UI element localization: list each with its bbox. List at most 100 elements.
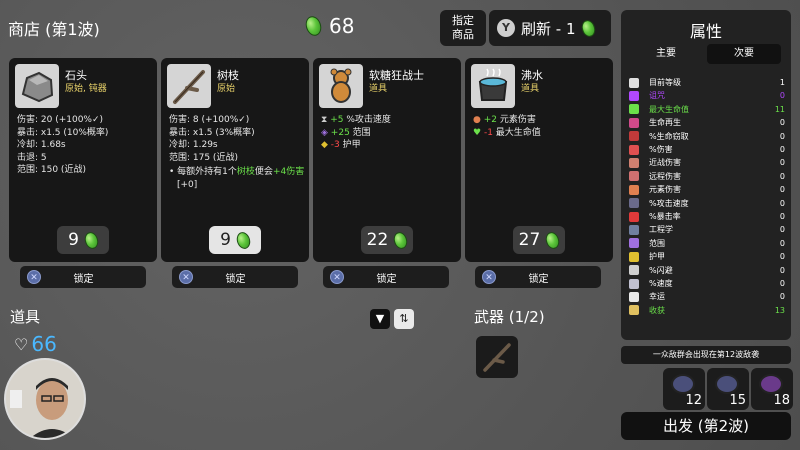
weapon-slot-stick[interactable] <box>476 336 518 378</box>
items-label: 道具 <box>10 308 41 326</box>
stat-name: %暴击率 <box>649 212 681 221</box>
stat-line: 暴击: x1.5 (10%概率) <box>17 127 109 138</box>
stat-value: 0 <box>779 185 785 195</box>
stat-icon <box>629 251 639 262</box>
bonus-item: 树枝 <box>236 167 255 177</box>
stat-icon <box>629 171 639 182</box>
gold-counter: 68 <box>303 14 354 38</box>
buy-button[interactable]: 9 <box>209 226 261 254</box>
stat-icon <box>629 131 639 142</box>
price-value: 22 <box>366 230 389 250</box>
stats-panel: 属性 主要 次要 目前等级 1 诅咒 0 最大生命值 11 生命再生 0 %生命窃取 0 %伤害 0 近… <box>621 10 791 340</box>
stick-icon <box>167 64 211 108</box>
material-icon <box>544 229 562 251</box>
stat-icon <box>629 278 639 289</box>
stat-value: 0 <box>779 91 785 101</box>
stat-row: 生命再生 0 <box>629 116 785 129</box>
stat-line: 范围: 150 (近战) <box>17 165 86 175</box>
effect-line: ⧗ +5 %攻击速度 <box>321 114 457 127</box>
lock-button[interactable]: ✕ 锁定 <box>20 266 146 288</box>
y-key-icon: Y <box>497 19 515 37</box>
sort-toggle[interactable]: ▼ ⇅ <box>370 309 414 329</box>
panel-title: 属性 <box>689 22 722 41</box>
wave-note: 一众敌群会出现在第12波敌袭 <box>621 346 791 364</box>
buy-button[interactable]: 9 <box>57 226 109 254</box>
go-button[interactable]: 出发 (第2波) <box>621 412 791 440</box>
x-key-icon: ✕ <box>27 270 41 284</box>
stat-name: %攻击速度 <box>649 198 689 208</box>
stat-name: 近战伤害 <box>649 158 681 168</box>
stat-icon <box>629 238 639 249</box>
stat-icon <box>629 291 639 302</box>
gummy-bear-icon <box>319 64 363 108</box>
stat-row: 目前等级 1 <box>629 76 785 89</box>
material-icon <box>82 229 101 251</box>
lock-button[interactable]: ✕ 锁定 <box>172 266 298 288</box>
card-stats: ⧗ +5 %攻击速度 ◈ +25 范围 ◆ -3 护甲 <box>321 114 457 152</box>
card-tags: 道具 <box>369 84 388 94</box>
material-icon <box>392 229 410 251</box>
stat-value: 0 <box>779 265 785 275</box>
stat-value: 0 <box>779 131 785 141</box>
shop-card-gummy-berserker[interactable]: 软糖狂战士 道具 ⧗ +5 %攻击速度 ◈ +25 范围 ◆ -3 护甲 22 <box>313 58 461 262</box>
shop-card-rock[interactable]: 石头 原始, 钝器 伤害: 20 (+100%✓) 暴击: x1.5 (10%概… <box>9 58 157 262</box>
lock-button[interactable]: ✕ 锁定 <box>475 266 601 288</box>
effect-text: 最大生命值 <box>492 127 541 138</box>
enemy-slot: 15 <box>707 368 749 410</box>
lock-label: 锁定 <box>528 273 549 285</box>
stat-name: 目前等级 <box>649 78 681 87</box>
enemy-slot: 12 <box>663 368 705 410</box>
boiling-pot-icon <box>471 64 515 108</box>
material-icon <box>579 17 597 39</box>
effect-line: ● +2 元素伤害 <box>473 114 609 127</box>
effect-line: ◈ +25 范围 <box>321 127 457 140</box>
lock-button[interactable]: ✕ 锁定 <box>323 266 449 288</box>
stat-line: 伤害: 20 (+100%✓) <box>17 115 104 125</box>
stat-row: %攻击速度 0 <box>629 197 785 210</box>
stat-icon <box>629 224 639 235</box>
lock-label: 锁定 <box>73 273 94 285</box>
stat-name: %伤害 <box>649 145 673 154</box>
stat-icon <box>629 265 639 276</box>
bonus-post: [+0] <box>177 179 198 190</box>
stat-row: 最大生命值 11 <box>629 103 785 116</box>
buy-button[interactable]: 27 <box>513 226 565 254</box>
reroll-button[interactable]: Y 刷新 - 1 <box>489 10 611 46</box>
dropdown-icon[interactable]: ▼ <box>370 309 390 329</box>
price-value: 9 <box>220 230 231 250</box>
enemy-icon <box>671 374 695 394</box>
buy-button[interactable]: 22 <box>361 226 413 254</box>
effect-line: ♥ -1 最大生命值 <box>473 127 609 140</box>
stat-value: 0 <box>779 198 785 208</box>
shop-card-stick[interactable]: 树枝 原始 伤害: 8 (+100%✓) 暴击: x1.5 (3%概率) 冷却:… <box>161 58 309 262</box>
stat-line: 击退: 5 <box>17 152 47 163</box>
specify-item-button[interactable]: 指定 商品 <box>440 10 486 46</box>
enemy-slot: 18 <box>751 368 793 410</box>
range-icon: ◈ <box>321 127 328 138</box>
effect-text: 元素伤害 <box>497 115 536 125</box>
card-tags: 原始, 钝器 <box>65 84 107 94</box>
effect-value: -1 <box>483 127 493 138</box>
shop-card-boiling-water[interactable]: 沸水 道具 ● +2 元素伤害 ♥ -1 最大生命值 27 <box>465 58 613 262</box>
stat-value: 0 <box>779 252 785 262</box>
swap-icon[interactable]: ⇅ <box>394 309 414 329</box>
stat-value: 13 <box>774 305 785 315</box>
card-tags: 原始 <box>217 84 236 94</box>
lock-label: 锁定 <box>376 273 397 285</box>
tab-secondary[interactable]: 次要 <box>707 44 781 64</box>
fire-icon: ● <box>473 115 481 125</box>
stat-value: 0 <box>779 212 785 221</box>
hp-value: 66 <box>31 332 57 356</box>
stat-value: 0 <box>779 158 785 168</box>
stat-row: 幸运 0 <box>629 290 785 303</box>
stat-icon <box>629 184 639 195</box>
tab-primary[interactable]: 主要 <box>629 44 703 64</box>
stat-name: 远程伤害 <box>649 171 681 181</box>
stat-name: 工程学 <box>649 225 673 235</box>
stat-name: 幸运 <box>649 292 665 302</box>
bonus-gain: +4伤害 <box>272 167 305 177</box>
stat-name: %闪避 <box>649 265 673 275</box>
stat-value: 0 <box>779 171 785 181</box>
x-key-icon: ✕ <box>482 270 496 284</box>
effect-value: -3 <box>330 140 340 150</box>
